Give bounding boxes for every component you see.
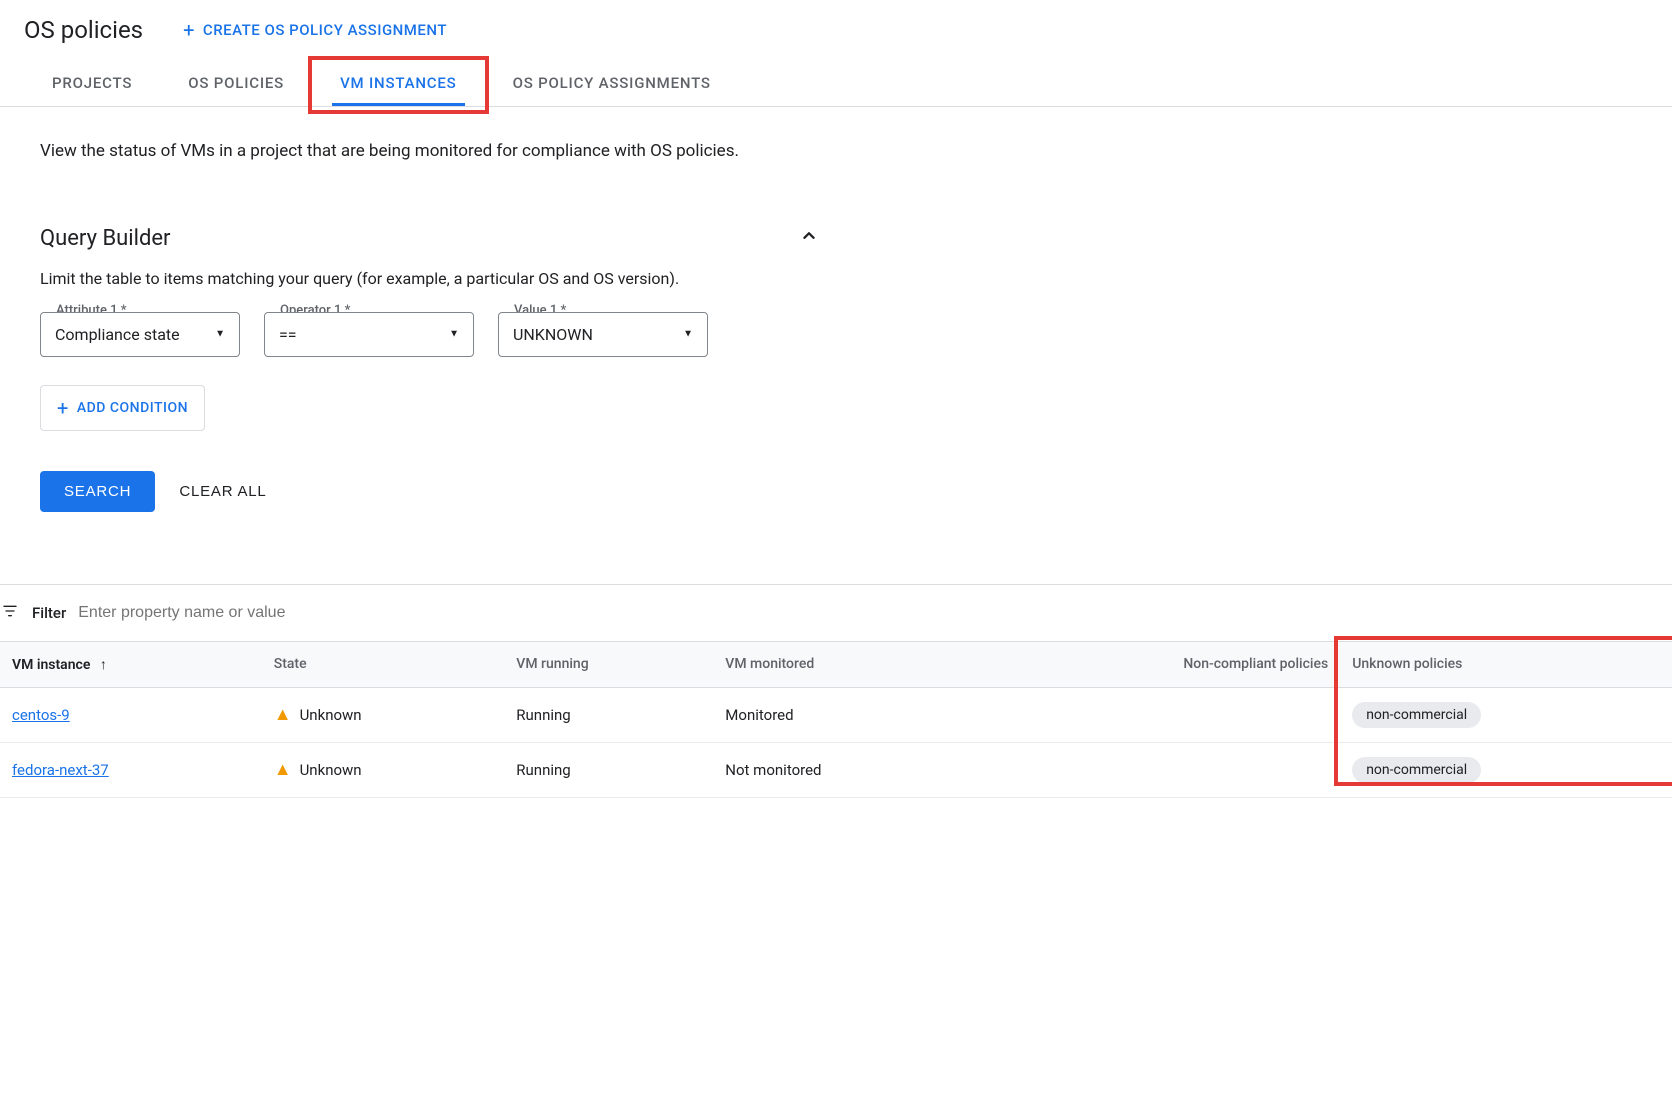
vm-table: VM instance ↑ State VM running VM monito… bbox=[0, 641, 1672, 798]
unknown-policy-chip[interactable]: non-commercial bbox=[1352, 757, 1481, 783]
col-vm-running[interactable]: VM running bbox=[504, 641, 713, 687]
warning-icon: ▲ bbox=[274, 704, 292, 725]
tab-projects[interactable]: PROJECTS bbox=[24, 60, 160, 106]
state-text: Unknown bbox=[300, 761, 362, 779]
filter-input[interactable] bbox=[78, 604, 1672, 622]
table-row: fedora-next-37 ▲ Unknown Running Not mon… bbox=[0, 742, 1672, 797]
chevron-up-icon[interactable] bbox=[798, 225, 820, 253]
col-state[interactable]: State bbox=[262, 641, 505, 687]
tab-os-policy-assignments[interactable]: OS POLICY ASSIGNMENTS bbox=[485, 60, 739, 106]
running-cell: Running bbox=[504, 687, 713, 742]
add-condition-button[interactable]: + ADD CONDITION bbox=[40, 385, 205, 431]
attribute-select[interactable]: Compliance state bbox=[40, 312, 240, 357]
tab-os-policies[interactable]: OS POLICIES bbox=[160, 60, 312, 106]
clear-all-button[interactable]: CLEAR ALL bbox=[179, 483, 266, 500]
query-description: Limit the table to items matching your q… bbox=[40, 269, 1632, 288]
col-unknown-policies-label: Unknown policies bbox=[1352, 656, 1462, 672]
sort-arrow-up-icon: ↑ bbox=[100, 657, 107, 673]
add-condition-label: ADD CONDITION bbox=[77, 400, 188, 416]
create-button-label: CREATE OS POLICY ASSIGNMENT bbox=[203, 21, 447, 39]
warning-icon: ▲ bbox=[274, 759, 292, 780]
col-vm-instance[interactable]: VM instance ↑ bbox=[0, 641, 262, 687]
query-builder-title: Query Builder bbox=[40, 226, 171, 251]
create-os-policy-button[interactable]: + CREATE OS POLICY ASSIGNMENT bbox=[183, 18, 447, 42]
plus-icon: + bbox=[183, 18, 195, 42]
page-description: View the status of VMs in a project that… bbox=[40, 139, 820, 165]
search-button[interactable]: SEARCH bbox=[40, 471, 155, 512]
table-row: centos-9 ▲ Unknown Running Monitored non… bbox=[0, 687, 1672, 742]
value-select[interactable]: UNKNOWN bbox=[498, 312, 708, 357]
vm-link[interactable]: fedora-next-37 bbox=[12, 761, 109, 779]
state-text: Unknown bbox=[300, 706, 362, 724]
page-title: OS policies bbox=[24, 16, 143, 44]
running-cell: Running bbox=[504, 742, 713, 797]
monitored-cell: Not monitored bbox=[713, 742, 974, 797]
monitored-cell: Monitored bbox=[713, 687, 974, 742]
plus-icon: + bbox=[57, 396, 69, 420]
col-vm-instance-label: VM instance bbox=[12, 657, 90, 673]
operator-select[interactable]: == bbox=[264, 312, 474, 357]
tab-vm-instances-label: VM INSTANCES bbox=[340, 74, 457, 92]
col-unknown-policies[interactable]: Unknown policies bbox=[1340, 641, 1672, 687]
noncompliant-cell bbox=[974, 687, 1340, 742]
tabs: PROJECTS OS POLICIES VM INSTANCES OS POL… bbox=[0, 60, 1672, 107]
vm-link[interactable]: centos-9 bbox=[12, 706, 70, 724]
filter-label: Filter bbox=[32, 604, 66, 622]
unknown-policy-chip[interactable]: non-commercial bbox=[1352, 702, 1481, 728]
noncompliant-cell bbox=[974, 742, 1340, 797]
tab-vm-instances[interactable]: VM INSTANCES bbox=[312, 60, 485, 106]
filter-icon bbox=[0, 603, 20, 623]
col-vm-monitored[interactable]: VM monitored bbox=[713, 641, 974, 687]
col-non-compliant[interactable]: Non-compliant policies bbox=[974, 641, 1340, 687]
